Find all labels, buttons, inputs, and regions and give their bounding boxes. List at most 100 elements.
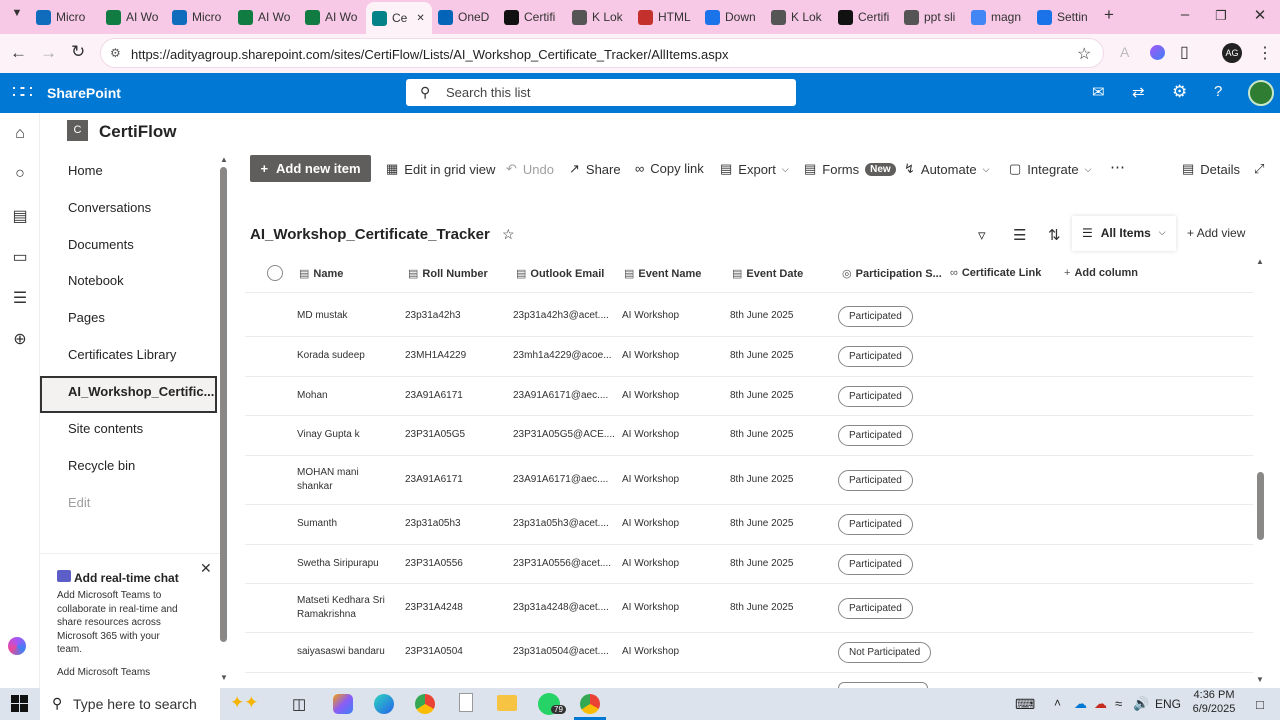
forward-icon[interactable]: → [40,43,57,63]
close-tab-icon[interactable]: ✕ [416,13,424,24]
column-header-roll-number[interactable]: ▤ Roll Number [408,267,488,281]
windows-start-icon[interactable] [11,695,28,712]
keyboard-icon[interactable]: ⌨ [1015,696,1035,713]
volume-icon[interactable]: 🔊 [1133,696,1149,712]
column-header-event-name[interactable]: ▤ Event Name [624,267,701,281]
column-header-name[interactable]: ▤ Name [299,267,343,281]
sharepoint-app-name[interactable]: SharePoint [47,85,121,101]
nav-item[interactable]: Pages [68,310,105,325]
column-header-certificate-link[interactable]: ∞ Certificate Link [950,267,1041,279]
table-row[interactable]: Matseti Kedhara Sri Ramakrishna 23P31A4248… [245,584,1253,633]
font-icon[interactable]: A [1120,44,1129,60]
create-icon[interactable]: ⊕ [10,329,30,349]
list-scrollbar[interactable]: ▲ ▼ [1254,255,1266,688]
back-icon[interactable]: ← [10,43,27,63]
table-row[interactable]: Mohan 23A91A6171 23A91A6171@aec.... AI Work… [245,377,1253,416]
automate-button[interactable]: ↯ Automate ⌵ [904,161,989,177]
cell-name[interactable]: Vinay Gupta k [297,429,360,440]
cell-name-line2[interactable]: Ramakrishna [297,609,356,620]
table-row[interactable]: Vinay Gupta k 23P31A05G5 23P31A05G5@ACE...… [245,416,1253,456]
site-logo[interactable]: C [67,120,88,141]
sparkle-icon[interactable]: ✦✦ [230,693,259,713]
reload-icon[interactable]: ↻ [71,42,85,62]
nav-scroll-thumb[interactable] [220,167,227,642]
scroll-up-icon[interactable]: ▲ [220,155,228,164]
nav-item[interactable]: Home [68,163,103,178]
nav-edit-link[interactable]: Edit [68,495,90,510]
browser-tab[interactable]: Ce ✕ [366,2,432,34]
user-avatar[interactable] [1248,80,1274,106]
browser-tab[interactable]: Down [699,4,765,30]
browser-tab[interactable]: Micro [30,4,96,30]
help-icon[interactable]: ? [1214,83,1222,100]
tray-chevron-icon[interactable]: ˄ [1054,696,1061,710]
copilot-icon[interactable] [1150,45,1165,60]
onedrive-tray-icon[interactable]: ☁ [1074,696,1087,712]
news-icon[interactable]: ▤ [10,206,30,226]
nav-item[interactable]: Documents [68,237,134,252]
browser-tab[interactable]: K Lok [765,4,831,30]
more-actions-icon[interactable]: ⋯ [1110,158,1125,176]
column-header-add-column[interactable]: + Add column [1064,267,1138,279]
add-view-button[interactable]: + Add view [1187,226,1245,240]
notifications-icon[interactable]: □ [1256,697,1264,712]
cell-name[interactable]: MOHAN mani [297,467,359,478]
address-bar[interactable]: ⚙ https://adityagroup.sharepoint.com/sit… [100,38,1104,68]
list-scroll-thumb[interactable] [1257,472,1264,540]
browser-menu-icon[interactable]: ⋮ [1257,43,1273,63]
copilot-app-icon[interactable] [333,694,353,714]
table-row[interactable]: MD mustak 23p31a42h3 23p31a42h3@acet.... AI… [245,297,1253,337]
task-view-icon[interactable]: ◫ [292,695,306,713]
list-search-box[interactable]: ⚲ Search this list [406,79,796,106]
nav-item[interactable]: Conversations [68,200,151,215]
scroll-up-icon[interactable]: ▲ [1256,257,1264,266]
settings-gear-icon[interactable]: ⚙ [1172,82,1187,102]
details-button[interactable]: ▤ Details [1182,161,1240,177]
column-header-participation-status[interactable]: ◎ Participation S... [842,267,942,281]
forms-button[interactable]: ▤ Forms New [804,161,896,177]
cell-name[interactable]: Sumanth [297,518,337,529]
lists-icon[interactable]: ☰ [10,288,30,308]
nav-scrollbar[interactable]: ▲ ▼ [219,153,230,682]
cell-name[interactable]: Matseti Kedhara Sri [297,595,385,606]
copilot-icon[interactable] [8,637,26,655]
sort-icon[interactable]: ⇅ [1048,226,1061,244]
extensions-icon[interactable]: ▯ [1180,42,1189,62]
cell-name-line2[interactable]: shankar [297,481,333,492]
alert-tray-icon[interactable]: ☁ [1094,696,1107,712]
nav-item[interactable]: AI_Workshop_Certific... [68,384,214,399]
clock[interactable]: 4:36 PM 6/9/2025 [1189,689,1239,715]
nav-item[interactable]: Recycle bin [68,458,135,473]
export-button[interactable]: ▤ Export ⌵ [720,161,789,177]
view-switcher[interactable]: ☰ All Items ⌵ [1072,216,1176,251]
site-name[interactable]: CertiFlow [99,122,176,142]
favorite-star-icon[interactable]: ☆ [502,226,515,242]
browser-tab[interactable]: AI Wo [299,4,365,30]
browser-tab[interactable]: ppt sli [898,4,964,30]
nav-item[interactable]: Notebook [68,273,124,288]
profile-avatar-icon[interactable]: AG [1222,43,1242,63]
bookmark-star-icon[interactable]: ☆ [1077,44,1091,64]
share-button[interactable]: ↗ Share [569,161,621,177]
chrome-icon[interactable] [415,694,435,714]
copy-link-button[interactable]: ∞ Copy link [635,161,704,176]
new-tab-icon[interactable]: + [1098,5,1120,25]
table-row[interactable]: Korada sudeep 23MH1A4229 23mh1a4229@acoe..… [245,337,1253,377]
table-row[interactable]: MOHAN mani shankar 23A91A6171 23A91A6171@ae… [245,456,1253,505]
tab-search-icon[interactable]: ▼ [6,7,28,19]
minimize-icon[interactable]: – [1174,6,1196,23]
nav-item[interactable]: Certificates Library [68,347,176,362]
notepad-icon[interactable] [459,693,473,712]
cell-name[interactable]: Korada sudeep [297,350,365,361]
home-icon[interactable]: ⌂ [10,125,30,145]
files-icon[interactable]: ▭ [10,247,30,267]
cell-name[interactable]: saiyasaswi bandaru [297,646,385,657]
add-teams-link[interactable]: Add Microsoft Teams [57,667,150,678]
browser-tab[interactable]: Settin [1031,4,1097,30]
chrome-active-icon[interactable] [580,694,600,714]
select-all-checkbox[interactable] [267,265,283,281]
nav-item[interactable]: Site contents [68,421,143,436]
close-window-icon[interactable]: ✕ [1249,6,1271,24]
edit-grid-button[interactable]: ▦ Edit in grid view [386,161,495,177]
edge-icon[interactable] [374,694,394,714]
